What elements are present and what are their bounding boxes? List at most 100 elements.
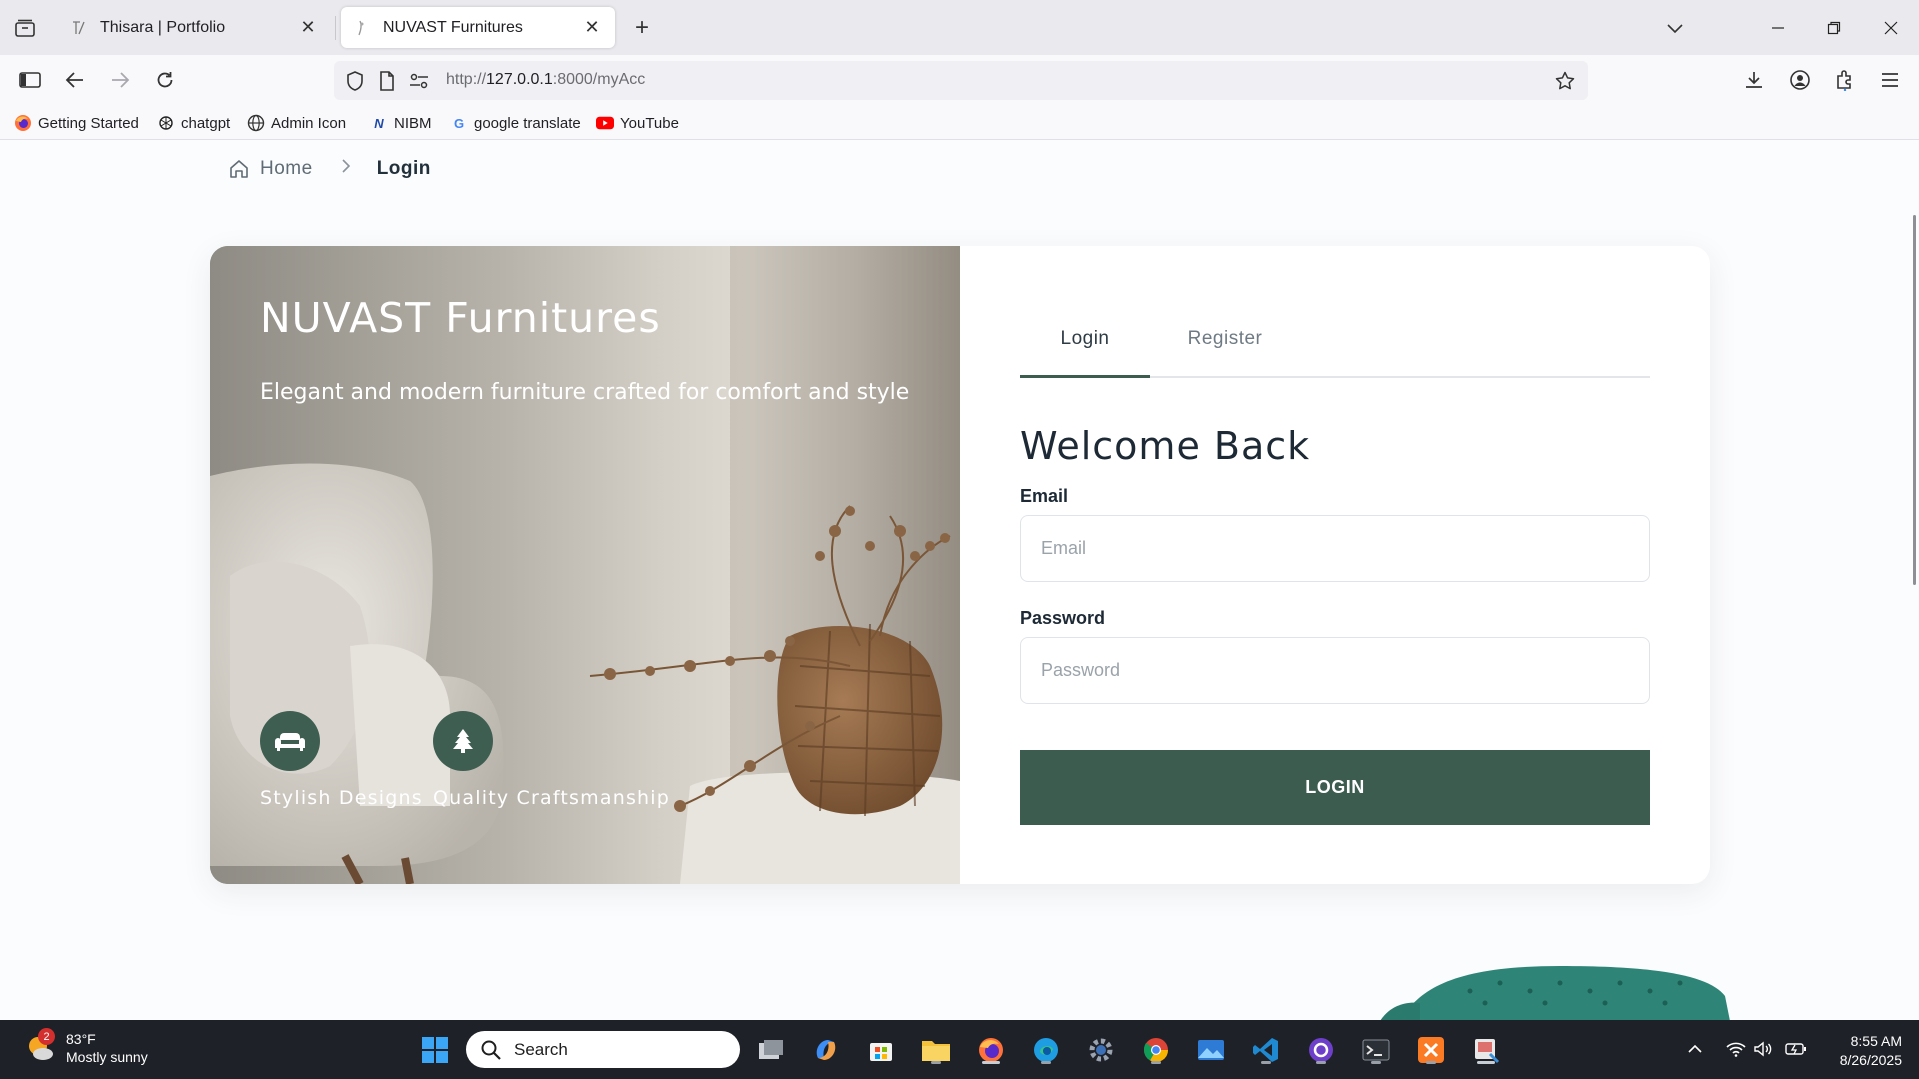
settings-gear-icon[interactable]	[1084, 1033, 1118, 1067]
feature-label: Quality Craftsmanship	[433, 787, 671, 809]
hero-subtitle: Elegant and modern furniture crafted for…	[260, 380, 910, 405]
back-arrow-icon[interactable]	[59, 64, 91, 96]
running-indicator	[931, 1061, 941, 1064]
auth-form-pane: Login Register Welcome Back Email Passwo…	[960, 246, 1710, 884]
running-indicator	[1316, 1061, 1326, 1064]
vscode-icon[interactable]	[1249, 1033, 1283, 1067]
snipping-tool-icon[interactable]	[1469, 1033, 1503, 1067]
bookmark-chatgpt[interactable]: chatgpt	[157, 112, 230, 134]
chevron-up-icon[interactable]	[1684, 1038, 1706, 1060]
browser-tab-portfolio[interactable]: Thisara | Portfolio ✕	[58, 7, 331, 48]
running-indicator	[1151, 1061, 1161, 1064]
reload-icon[interactable]	[149, 64, 181, 96]
bookmark-star-icon[interactable]	[1554, 70, 1576, 92]
minimize-button[interactable]	[1761, 12, 1795, 44]
taskbar-search[interactable]: Search	[466, 1031, 740, 1068]
running-indicator	[1371, 1061, 1381, 1064]
running-indicator	[1041, 1061, 1051, 1064]
bookmark-google-translate[interactable]: G google translate	[450, 112, 581, 134]
windows-start-icon[interactable]	[418, 1033, 452, 1067]
address-bar[interactable]: http://127.0.0.1:8000/myAcc	[334, 61, 1588, 100]
sidebar-toggle-icon[interactable]	[14, 64, 46, 96]
browser-tab-nuvast[interactable]: NUVAST Furnitures ✕	[341, 7, 615, 48]
tab-title: Thisara | Portfolio	[100, 18, 226, 36]
hero-image-panel: NUVAST Furnitures Elegant and modern fur…	[210, 246, 960, 884]
store-icon[interactable]	[864, 1033, 898, 1067]
tab-register[interactable]: Register	[1150, 326, 1300, 376]
wifi-icon[interactable]	[1725, 1038, 1747, 1060]
tree-icon	[433, 711, 493, 771]
chevron-down-icon[interactable]	[1661, 14, 1689, 42]
permissions-icon[interactable]	[408, 70, 430, 92]
task-view-icon[interactable]	[754, 1033, 788, 1067]
sun-cloud-icon: 2	[24, 1028, 56, 1064]
extensions-icon[interactable]	[1829, 64, 1861, 96]
globe-icon	[247, 114, 265, 132]
login-button[interactable]: LOGIN	[1020, 750, 1650, 825]
hero-title: NUVAST Furnitures	[260, 294, 661, 342]
nuvast-favicon-icon	[353, 19, 371, 37]
password-label: Password	[1020, 608, 1106, 628]
portfolio-favicon-icon	[70, 19, 88, 37]
weather-badge: 2	[38, 1028, 55, 1045]
taskbar-clock[interactable]: 8:55 AM 8/26/2025	[1822, 1032, 1902, 1070]
weather-widget[interactable]: 2 83°F Mostly sunny	[24, 1028, 148, 1066]
menu-icon[interactable]	[1874, 64, 1906, 96]
home-icon	[230, 160, 248, 178]
email-field[interactable]	[1020, 515, 1650, 582]
new-tab-button[interactable]: +	[628, 14, 656, 42]
volume-icon[interactable]	[1752, 1038, 1774, 1060]
edge-icon[interactable]	[1029, 1033, 1063, 1067]
sofa-icon	[260, 711, 320, 771]
xampp-icon[interactable]	[1414, 1033, 1448, 1067]
tab-login[interactable]: Login	[1020, 326, 1150, 378]
copilot-icon[interactable]	[809, 1033, 843, 1067]
bookmark-admin-icon[interactable]: Admin Icon	[247, 112, 346, 134]
google-icon: G	[453, 115, 465, 131]
bookmark-youtube[interactable]: YouTube	[596, 112, 679, 134]
bookmarks-toolbar: Getting Started chatgpt Admin Icon N NIB…	[0, 106, 1919, 140]
openai-icon	[157, 114, 175, 132]
close-icon[interactable]: ✕	[581, 17, 603, 39]
email-label: Email	[1020, 486, 1069, 506]
battery-icon[interactable]	[1785, 1038, 1807, 1060]
url-text[interactable]: http://127.0.0.1:8000/myAcc	[446, 71, 645, 89]
tab-title: NUVAST Furnitures	[383, 18, 523, 36]
account-icon[interactable]	[1784, 64, 1816, 96]
feature-label: Stylish Designs	[260, 787, 423, 809]
password-field[interactable]	[1020, 637, 1650, 704]
bookmark-getting-started[interactable]: Getting Started	[14, 112, 139, 134]
bookmark-nibm[interactable]: N NIBM	[370, 112, 431, 134]
weather-temp: 83°F	[66, 1031, 96, 1047]
weather-desc: Mostly sunny	[66, 1049, 148, 1065]
shield-icon[interactable]	[344, 70, 366, 92]
firefox-taskbar-icon[interactable]	[974, 1033, 1008, 1067]
tab-divider	[335, 16, 336, 40]
github-desktop-icon[interactable]	[1304, 1033, 1338, 1067]
forward-arrow-icon[interactable]	[104, 64, 136, 96]
file-explorer-icon[interactable]	[919, 1033, 953, 1067]
running-indicator	[1426, 1061, 1436, 1064]
page-content: Home Login NUVAST Furnitures Elegant and…	[0, 141, 1919, 1020]
close-window-button[interactable]	[1874, 12, 1908, 44]
scrollbar-thumb[interactable]	[1913, 215, 1916, 585]
clock-date: 8/26/2025	[1839, 1052, 1902, 1068]
tab-list-icon[interactable]	[11, 16, 39, 40]
footer-sofa-image	[1380, 966, 1730, 1020]
clock-time: 8:55 AM	[1850, 1033, 1902, 1049]
breadcrumb-home-link[interactable]: Home	[228, 158, 313, 180]
feature-stylish-designs: Stylish Designs	[260, 711, 423, 809]
terminal-icon[interactable]	[1359, 1033, 1393, 1067]
feature-quality-craftsmanship: Quality Craftsmanship	[433, 711, 670, 809]
close-icon[interactable]: ✕	[297, 17, 319, 39]
auth-tabs: Login Register	[1020, 326, 1650, 378]
photos-icon[interactable]	[1194, 1033, 1228, 1067]
download-icon[interactable]	[1738, 64, 1770, 96]
breadcrumb-current: Login	[376, 158, 431, 179]
nibm-icon: N	[374, 115, 384, 131]
windows-taskbar: 2 83°F Mostly sunny Search 8:55 AM 8/26/…	[0, 1020, 1919, 1079]
restore-button[interactable]	[1817, 12, 1851, 44]
running-indicator	[1477, 1061, 1495, 1064]
chrome-icon[interactable]	[1139, 1033, 1173, 1067]
page-icon[interactable]	[376, 70, 398, 92]
